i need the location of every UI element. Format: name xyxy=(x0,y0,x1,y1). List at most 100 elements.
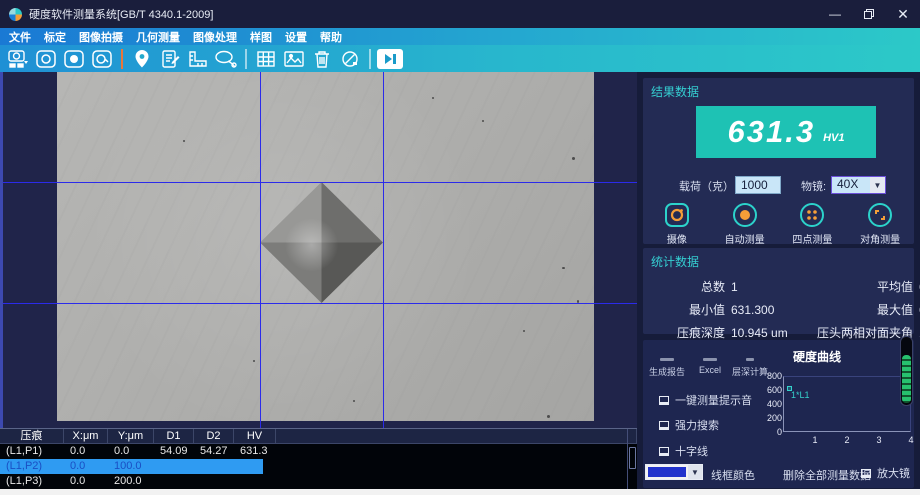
four-point-measure-button[interactable]: 四点测量 xyxy=(781,202,843,246)
hardness-unit: HV1 xyxy=(823,132,844,144)
stat-min-value: 631.300 xyxy=(731,303,803,317)
record-icon[interactable] xyxy=(60,47,88,71)
objective-select[interactable]: 40X ▼ xyxy=(831,176,886,194)
crosshair-right-line[interactable] xyxy=(383,72,384,428)
col-hv: HV xyxy=(234,429,276,443)
restore-icon[interactable] xyxy=(860,5,878,23)
minimize-icon[interactable]: — xyxy=(826,5,844,23)
generate-report-button[interactable]: 生成报告 xyxy=(649,358,685,378)
auto-measure-icon xyxy=(732,202,758,228)
line-color-label: 线框颜色 xyxy=(711,467,755,483)
col-d2: D2 xyxy=(194,429,234,443)
stat-min-label: 最小值 xyxy=(643,301,731,318)
y-tick: 800 xyxy=(758,371,782,381)
load-input[interactable]: 1000 xyxy=(735,176,781,194)
y-tick: 400 xyxy=(758,399,782,409)
excel-button[interactable]: Excel xyxy=(699,358,721,375)
rotate-capture-icon[interactable] xyxy=(88,47,116,71)
chart-title: 硬度曲线 xyxy=(793,348,841,365)
x-tick: 4 xyxy=(906,435,916,445)
objective-value: 40X xyxy=(832,177,870,193)
excel-icon xyxy=(703,358,717,361)
stat-max-label: 最大值 xyxy=(803,301,919,318)
y-tick: 200 xyxy=(758,413,782,423)
result-section: 结果数据 631.3 HV1 载荷（克）: 1000 物镜: 40X ▼ xyxy=(643,78,914,244)
chevron-down-icon[interactable]: ▼ xyxy=(870,177,885,193)
crosshair-checkbox[interactable]: 十字线 xyxy=(659,443,708,459)
table-header-row: 压痕 X:μm Y:μm D1 D2 HV xyxy=(0,429,637,444)
menu-image-process[interactable]: 图像处理 xyxy=(193,29,237,45)
menu-calibration[interactable]: 标定 xyxy=(44,29,66,45)
load-label: 载荷（克）: xyxy=(679,178,737,194)
close-icon[interactable]: ✕ xyxy=(894,5,912,23)
pin-icon[interactable] xyxy=(128,47,156,71)
table-icon[interactable] xyxy=(252,47,280,71)
app-icon xyxy=(9,8,22,21)
four-point-icon xyxy=(799,202,825,228)
checkbox-icon xyxy=(659,421,669,430)
table-row-selected[interactable]: (L1,P2)0.0100.0 xyxy=(0,459,637,474)
stat-depth-label: 压痕深度 xyxy=(643,324,731,341)
ruler-icon[interactable] xyxy=(184,47,212,71)
menu-image-capture[interactable]: 图像拍摄 xyxy=(79,29,123,45)
level-indicator xyxy=(900,336,913,406)
line-color-select[interactable]: ▼ xyxy=(645,464,703,480)
hardness-chart-plot: 1*L1 xyxy=(783,376,911,432)
stat-total-label: 总数 xyxy=(643,278,731,295)
play-next-icon[interactable] xyxy=(376,47,404,71)
no-capture-icon[interactable] xyxy=(336,47,364,71)
diagonal-measure-button[interactable]: 对角测量 xyxy=(849,202,911,246)
delete-all-button[interactable]: 删除全部测量数据 xyxy=(783,467,871,483)
col-d1: D1 xyxy=(154,429,194,443)
chevron-down-icon[interactable]: ▼ xyxy=(688,465,702,479)
magnifier-checkbox[interactable]: 放大镜 xyxy=(861,465,910,481)
camera-preview-icon[interactable] xyxy=(4,47,32,71)
result-header: 结果数据 xyxy=(643,78,914,100)
search-checkbox[interactable]: 强力搜索 xyxy=(659,417,719,433)
lasso-icon[interactable] xyxy=(212,47,240,71)
stats-header: 统计数据 xyxy=(643,248,914,270)
capture-icon[interactable] xyxy=(32,47,60,71)
menu-settings[interactable]: 设置 xyxy=(285,29,307,45)
menu-sample[interactable]: 样图 xyxy=(250,29,272,45)
col-y: Y:μm xyxy=(108,429,154,443)
camera-button[interactable]: 摄像 xyxy=(646,202,708,246)
indentation-diamond xyxy=(260,182,383,303)
menu-bar: 文件 标定 图像拍摄 几何测量 图像处理 样图 设置 帮助 xyxy=(0,28,920,45)
x-tick: 1 xyxy=(810,435,820,445)
table-row[interactable]: (L1,P3)0.0200.0 xyxy=(0,474,637,489)
crosshair-top-line[interactable] xyxy=(3,182,640,183)
right-panel: 结果数据 631.3 HV1 载荷（克）: 1000 物镜: 40X ▼ xyxy=(637,72,920,489)
crosshair-left-line[interactable] xyxy=(260,72,261,428)
color-swatch xyxy=(646,465,688,479)
measurement-table: 压痕 X:μm Y:μm D1 D2 HV (L1,P1)0.00.0 54.0… xyxy=(0,428,637,489)
image-icon[interactable] xyxy=(280,47,308,71)
toolbar-separator xyxy=(245,49,247,69)
hardness-value-display: 631.3 HV1 xyxy=(696,106,876,158)
stats-section: 统计数据 总数 1 平均值 631.300 最小值 631.300 最大值 63… xyxy=(643,248,914,334)
window-title: 硬度软件测量系统[GB/T 4340.1-2009] xyxy=(29,6,213,22)
layer-calc-icon xyxy=(746,358,754,361)
toolbar-separator xyxy=(369,49,371,69)
report-icon xyxy=(660,358,674,361)
micrograph-viewport[interactable] xyxy=(0,72,637,428)
sound-checkbox[interactable]: 一键测量提示音 xyxy=(659,392,752,408)
camera-button-icon xyxy=(664,202,690,228)
toolbar xyxy=(0,45,920,72)
y-tick: 600 xyxy=(758,385,782,395)
crosshair-bottom-line[interactable] xyxy=(3,303,640,304)
table-row[interactable]: (L1,P1)0.00.0 54.0954.27631.3 xyxy=(0,444,637,459)
menu-help[interactable]: 帮助 xyxy=(320,29,342,45)
y-tick: 0 xyxy=(758,427,782,437)
trash-icon[interactable] xyxy=(308,47,336,71)
data-point-label: 1*L1 xyxy=(791,390,810,400)
stat-depth-value: 10.945 um xyxy=(731,326,803,340)
col-indent: 压痕 xyxy=(0,429,64,443)
col-x: X:μm xyxy=(64,429,108,443)
diagonal-measure-icon xyxy=(867,202,893,228)
checkbox-icon xyxy=(861,469,871,478)
auto-measure-button[interactable]: 自动测量 xyxy=(714,202,776,246)
menu-geometry-measure[interactable]: 几何测量 xyxy=(136,29,180,45)
edit-note-icon[interactable] xyxy=(156,47,184,71)
menu-file[interactable]: 文件 xyxy=(9,29,31,45)
